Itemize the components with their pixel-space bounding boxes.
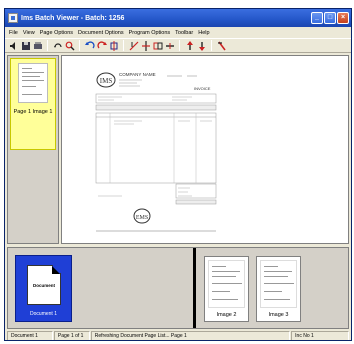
document-icon: Document bbox=[27, 265, 61, 305]
thumbnail-label: Page 1 Image 1 bbox=[13, 109, 53, 115]
document-tile[interactable]: Document Document 1 bbox=[15, 255, 72, 322]
invoice-page-image: IMS COMPANY NAME INVOICE EMS bbox=[95, 72, 217, 232]
close-button[interactable]: × bbox=[337, 12, 349, 24]
tool-icon[interactable] bbox=[216, 40, 227, 51]
title-bar: Ims Batch Viewer - Batch: 1256 _ □ × bbox=[5, 9, 351, 27]
batch-viewer-window: Ims Batch Viewer - Batch: 1256 _ □ × Fil… bbox=[4, 8, 352, 341]
image-tile[interactable]: Image 3 bbox=[256, 256, 301, 322]
status-bar: Document 1 Page 1 of 1 Refreshing Docume… bbox=[5, 331, 351, 340]
status-page: Page 1 of 1 bbox=[53, 331, 90, 340]
rotate-left-icon[interactable] bbox=[84, 40, 95, 51]
menu-toolbar[interactable]: Toolbar bbox=[175, 30, 193, 36]
menu-document-options[interactable]: Document Options bbox=[78, 30, 124, 36]
menu-program-options[interactable]: Program Options bbox=[129, 30, 171, 36]
menu-view[interactable]: View bbox=[23, 30, 35, 36]
scan-icon[interactable] bbox=[32, 40, 43, 51]
rotate-right-icon[interactable] bbox=[96, 40, 107, 51]
image-preview bbox=[208, 260, 245, 308]
page-thumbnail-panel: Page 1 Image 1 bbox=[7, 55, 59, 244]
zoom-icon[interactable] bbox=[64, 40, 75, 51]
app-icon bbox=[8, 13, 18, 23]
status-document: Document 1 bbox=[7, 331, 53, 340]
strip-splitter[interactable] bbox=[193, 248, 196, 328]
merge-icon[interactable] bbox=[152, 40, 163, 51]
document-tile-label: Document 1 bbox=[30, 311, 57, 317]
delete-icon[interactable] bbox=[164, 40, 175, 51]
document-icon-label: Document bbox=[32, 283, 55, 288]
image-tile[interactable]: Image 2 bbox=[204, 256, 249, 322]
maximize-button[interactable]: □ bbox=[324, 12, 336, 24]
menu-file[interactable]: File bbox=[9, 30, 18, 36]
document-viewer[interactable]: IMS COMPANY NAME INVOICE EMS bbox=[61, 55, 349, 244]
thumbnail-document-preview bbox=[18, 63, 48, 103]
image-label: Image 3 bbox=[268, 312, 289, 318]
undo-icon[interactable] bbox=[52, 40, 63, 51]
invoice-bottom-logo: EMS bbox=[136, 215, 148, 221]
down-icon[interactable] bbox=[196, 40, 207, 51]
move-icon[interactable] bbox=[128, 40, 139, 51]
status-inc: Inc No 1 bbox=[291, 331, 349, 340]
menu-help[interactable]: Help bbox=[198, 30, 209, 36]
invoice-title: INVOICE bbox=[194, 86, 211, 91]
up-icon[interactable] bbox=[184, 40, 195, 51]
speaker-icon[interactable] bbox=[8, 40, 19, 51]
toolbar bbox=[5, 38, 351, 53]
document-image-strip: Document Document 1 Image 2 Image 3 bbox=[7, 247, 349, 329]
window-title: Ims Batch Viewer - Batch: 1256 bbox=[21, 14, 125, 22]
minimize-button[interactable]: _ bbox=[311, 12, 323, 24]
image-preview bbox=[260, 260, 297, 308]
invoice-logo: IMS bbox=[100, 77, 113, 85]
split-icon[interactable] bbox=[140, 40, 151, 51]
status-message: Refreshing Document Page List... Page 1 bbox=[90, 331, 291, 340]
menu-page-options[interactable]: Page Options bbox=[40, 30, 73, 36]
invoice-company-name: COMPANY NAME bbox=[119, 72, 156, 77]
crop-icon[interactable] bbox=[108, 40, 119, 51]
image-label: Image 2 bbox=[216, 312, 237, 318]
save-icon[interactable] bbox=[20, 40, 31, 51]
page-thumbnail-active[interactable]: Page 1 Image 1 bbox=[10, 58, 56, 150]
menu-bar: File View Page Options Document Options … bbox=[5, 27, 351, 38]
